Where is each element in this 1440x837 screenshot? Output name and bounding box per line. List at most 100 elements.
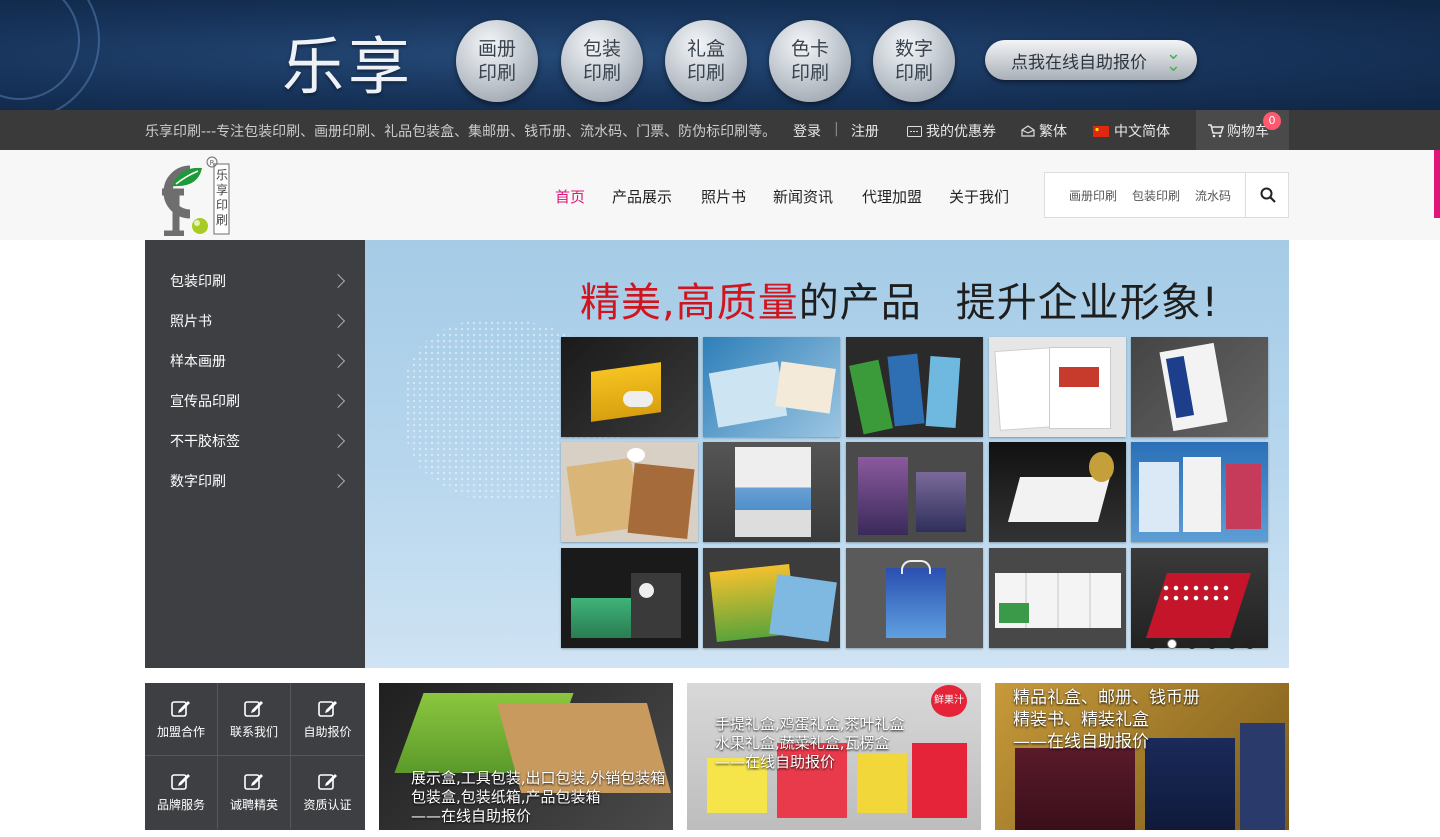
quick-link-self-quote[interactable]: 自助报价 bbox=[291, 683, 364, 756]
bubble-label: 印刷 bbox=[790, 62, 829, 84]
quick-link-franchise[interactable]: 加盟合作 bbox=[145, 683, 218, 756]
double-chevron-down-icon: ⌄ ⌄ bbox=[1165, 43, 1181, 76]
slider-dot[interactable] bbox=[1245, 639, 1255, 649]
sidebar-item-sticker-label[interactable]: 不干胶标签 bbox=[170, 431, 240, 451]
traditional-label: 繁体 bbox=[1039, 124, 1067, 140]
envelope-icon bbox=[1021, 125, 1035, 137]
bubble-label: 包装 bbox=[582, 38, 621, 60]
edit-icon bbox=[244, 774, 263, 790]
slider-dot[interactable] bbox=[1167, 639, 1177, 649]
promo-text: 展示盒,工具包装,出口包装,外销包装箱 包装盒,包装纸箱,产品包装箱 ——在线自助报… bbox=[411, 769, 666, 825]
sidebar-item-packaging[interactable]: 包装印刷 bbox=[170, 271, 226, 291]
nav-about[interactable]: 关于我们 bbox=[949, 186, 1009, 207]
bubble-label: 数字 bbox=[894, 38, 933, 60]
bubble-digital-printing[interactable]: 数字 印刷 bbox=[873, 20, 955, 102]
bubble-label: 印刷 bbox=[477, 62, 516, 84]
quick-link-careers[interactable]: 诚聘精英 bbox=[218, 756, 291, 829]
nav-franchise[interactable]: 代理加盟 bbox=[862, 186, 922, 207]
promo-premium-gift-boxes[interactable]: 精品礼盒、邮册、钱币册 精装书、精装礼盒 ——在线自助报价 bbox=[995, 683, 1289, 830]
slider-dot[interactable] bbox=[1227, 639, 1237, 649]
logo-text: 乐享印刷 bbox=[216, 168, 229, 227]
quick-link-label: 品牌服务 bbox=[156, 798, 205, 812]
slider-dot[interactable] bbox=[1207, 639, 1217, 649]
site-slogan: 乐享印刷---专注包装印刷、画册印刷、礼品包装盒、集邮册、钱币册、流水码、门票、… bbox=[145, 124, 777, 140]
login-divider: | bbox=[834, 121, 839, 137]
sidebar-item-sample-album[interactable]: 样本画册 bbox=[170, 351, 226, 371]
promo-packaging-boxes[interactable]: 展示盒,工具包装,出口包装,外销包装箱 包装盒,包装纸箱,产品包装箱 ——在线自助报… bbox=[379, 683, 673, 830]
promo-text: 手提礼盒,鸡蛋礼盒,茶叶礼盒 水果礼盒,蔬菜礼盒,瓦楞盒 ——在线自助报价 bbox=[715, 715, 905, 771]
search-box[interactable]: 画册印刷 包装印刷 流水码 bbox=[1044, 172, 1289, 218]
traditional-chinese-link[interactable]: 繁体 bbox=[1021, 121, 1067, 141]
slider-dot[interactable] bbox=[1147, 639, 1157, 649]
quick-link-label: 自助报价 bbox=[303, 724, 352, 739]
site-logo[interactable]: R 乐享印刷 bbox=[150, 156, 232, 238]
bubble-label: 印刷 bbox=[894, 62, 933, 84]
hero-title-part: 高质量 bbox=[675, 280, 799, 326]
hero-title-part: , bbox=[662, 280, 676, 326]
search-keyword[interactable]: 画册印刷 bbox=[1069, 187, 1117, 204]
product-image bbox=[1131, 548, 1268, 648]
sidebar-item-digital-print[interactable]: 数字印刷 bbox=[170, 471, 226, 491]
online-quote-button[interactable]: 点我在线自助报价 ⌄ ⌄ bbox=[985, 40, 1197, 80]
register-link[interactable]: 注册 bbox=[851, 121, 879, 141]
bubble-label: 色卡 bbox=[790, 38, 829, 60]
product-image bbox=[846, 548, 983, 648]
chevron-right-icon bbox=[330, 273, 346, 289]
product-image bbox=[561, 548, 698, 648]
bubble-album-printing[interactable]: 画册 印刷 bbox=[456, 20, 538, 102]
product-image bbox=[989, 442, 1126, 542]
edit-icon bbox=[244, 700, 263, 717]
quick-link-brand-service[interactable]: 品牌服务 bbox=[145, 756, 218, 829]
quote-button-label: 点我在线自助报价 bbox=[1011, 52, 1147, 73]
slider-dot[interactable] bbox=[1187, 639, 1197, 649]
search-button[interactable] bbox=[1245, 173, 1289, 217]
cart-button[interactable]: 购物车 0 bbox=[1196, 110, 1289, 150]
hero-title-part: 提升企业形象! bbox=[955, 280, 1219, 326]
coupons-link[interactable]: 我的优惠券 bbox=[907, 121, 996, 141]
nav-products[interactable]: 产品展示 bbox=[612, 186, 672, 207]
svg-text:R: R bbox=[210, 159, 215, 167]
shopping-cart-icon bbox=[1208, 124, 1225, 138]
simplified-chinese-link[interactable]: 中文简体 bbox=[1093, 121, 1170, 141]
product-image bbox=[703, 337, 840, 437]
product-image bbox=[1131, 442, 1268, 542]
edit-icon bbox=[317, 700, 337, 717]
sidebar-item-promo-print[interactable]: 宣传品印刷 bbox=[170, 391, 240, 411]
promo-gift-boxes[interactable]: 鲜果汁 手提礼盒,鸡蛋礼盒,茶叶礼盒 水果礼盒,蔬菜礼盒,瓦楞盒 ——在线自助报价 bbox=[687, 683, 981, 830]
chevron-right-icon bbox=[330, 473, 346, 489]
bubble-label: 印刷 bbox=[582, 62, 621, 84]
search-keyword[interactable]: 流水码 bbox=[1195, 187, 1231, 204]
banner-brand: 乐享 bbox=[282, 30, 415, 103]
hero-slider[interactable]: 精美,高质量的产品 提升企业形象! bbox=[365, 240, 1289, 668]
product-image bbox=[989, 337, 1126, 437]
hero-title: 精美,高质量的产品 提升企业形象! bbox=[580, 270, 1219, 328]
bubble-package-printing[interactable]: 包装 印刷 bbox=[561, 20, 643, 102]
quick-link-certification[interactable]: 资质认证 bbox=[291, 756, 364, 829]
search-keyword[interactable]: 包装印刷 bbox=[1132, 187, 1180, 204]
nav-news[interactable]: 新闻资讯 bbox=[773, 186, 833, 207]
bubble-label: 印刷 bbox=[686, 62, 725, 84]
product-image bbox=[561, 442, 698, 542]
quick-link-label: 加盟合作 bbox=[156, 724, 205, 739]
quick-link-contact[interactable]: 联系我们 bbox=[218, 683, 291, 756]
coupons-label: 我的优惠券 bbox=[926, 124, 996, 140]
top-bar: 乐享印刷---专注包装印刷、画册印刷、礼品包装盒、集邮册、钱币册、流水码、门票、… bbox=[0, 110, 1440, 150]
quick-link-label: 诚聘精英 bbox=[229, 798, 278, 812]
nav-photobook[interactable]: 照片书 bbox=[701, 186, 746, 207]
promo-text: 精品礼盒、邮册、钱币册 精装书、精装礼盒 ——在线自助报价 bbox=[1013, 688, 1200, 752]
bubble-giftbox-printing[interactable]: 礼盒 印刷 bbox=[665, 20, 747, 102]
sidebar-item-photobook[interactable]: 照片书 bbox=[170, 311, 212, 331]
promo-badge: 鲜果汁 bbox=[931, 685, 967, 717]
edit-icon bbox=[171, 774, 190, 790]
product-image bbox=[703, 442, 840, 542]
nav-home[interactable]: 首页 bbox=[555, 186, 585, 207]
product-image bbox=[846, 442, 983, 542]
chevron-right-icon bbox=[330, 393, 346, 409]
edit-icon bbox=[171, 700, 190, 717]
login-link[interactable]: 登录 bbox=[793, 121, 821, 141]
side-accent-bar bbox=[1434, 150, 1440, 218]
product-image bbox=[703, 548, 840, 648]
bubble-colorcard-printing[interactable]: 色卡 印刷 bbox=[769, 20, 851, 102]
promo-image bbox=[1240, 723, 1285, 830]
bubble-label: 礼盒 bbox=[686, 38, 725, 60]
